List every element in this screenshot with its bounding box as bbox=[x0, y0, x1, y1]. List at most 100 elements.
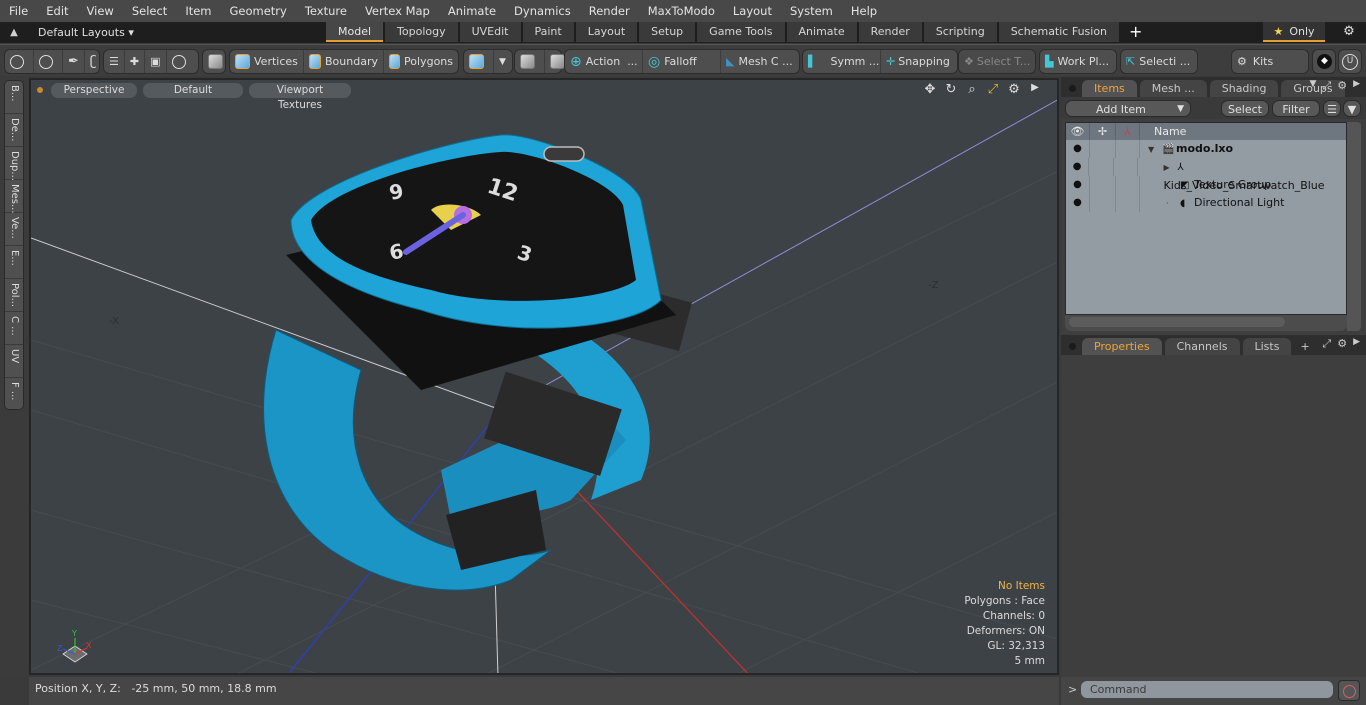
menu-help[interactable]: Help bbox=[842, 0, 886, 22]
select-through-button[interactable]: ❖ Select T... bbox=[959, 50, 1035, 73]
props-gear-icon[interactable]: ⚙ bbox=[1337, 337, 1347, 351]
menu-edit[interactable]: Edit bbox=[37, 0, 77, 22]
mesh-constraint-button[interactable]: ◣ Mesh C ... bbox=[721, 50, 799, 73]
maximize-panel-icon[interactable]: ⤢ bbox=[1322, 79, 1331, 93]
panel-gear-icon[interactable]: ⚙ bbox=[1337, 79, 1347, 93]
menu-dynamics[interactable]: Dynamics bbox=[505, 0, 580, 22]
filter-button[interactable]: Filter bbox=[1272, 99, 1320, 117]
scroll-thumb[interactable] bbox=[1069, 317, 1285, 327]
tab-setup[interactable]: Setup bbox=[639, 22, 696, 42]
action-center-button[interactable]: ⊕ Action ... bbox=[565, 50, 643, 73]
pan-icon[interactable]: ✥ bbox=[922, 82, 938, 97]
menu-render[interactable]: Render bbox=[580, 0, 639, 22]
tab-lists[interactable]: Lists bbox=[1242, 338, 1292, 355]
panel-menu-dot[interactable] bbox=[1069, 85, 1076, 92]
unity-button[interactable]: ◆ bbox=[1312, 49, 1336, 74]
menu-geometry[interactable]: Geometry bbox=[221, 0, 296, 22]
tree-item[interactable]: ▶ ⅄Kids_Video_Smartwatch_Blue bbox=[1138, 158, 1346, 192]
cross-button[interactable]: ✚ bbox=[125, 50, 146, 73]
workplane-button[interactable]: ▙ Work Pl... bbox=[1040, 50, 1114, 73]
left-tab[interactable]: Ve... bbox=[5, 213, 23, 246]
tree-item[interactable]: · ◩ Texture Group bbox=[1140, 176, 1271, 194]
menu-view[interactable]: View bbox=[78, 0, 123, 22]
tree-horizontal-scrollbar[interactable] bbox=[1065, 315, 1347, 331]
polygons-button[interactable]: Polygons bbox=[384, 50, 458, 73]
smartwatch-model[interactable]: 9 12 3 6 bbox=[263, 134, 692, 591]
pivot-button[interactable] bbox=[515, 50, 545, 73]
tab-shading[interactable]: Shading bbox=[1209, 80, 1279, 97]
maximize-icon[interactable]: ⤢ bbox=[985, 82, 1001, 97]
lock-cell[interactable] bbox=[1089, 158, 1115, 176]
menu-select[interactable]: Select bbox=[123, 0, 176, 22]
circle-tool-button[interactable] bbox=[5, 50, 34, 73]
tab-render[interactable]: Render bbox=[858, 22, 922, 42]
lock-cell[interactable] bbox=[1090, 140, 1116, 158]
visibility-eye-icon[interactable]: ● bbox=[1066, 176, 1090, 194]
command-input[interactable]: Command bbox=[1081, 681, 1333, 698]
boundary-button[interactable]: Boundary bbox=[304, 50, 384, 73]
left-tab[interactable]: E... bbox=[5, 246, 23, 279]
tab-uvedit[interactable]: UVEdit bbox=[459, 22, 521, 42]
menu-layout[interactable]: Layout bbox=[724, 0, 781, 22]
selection-sets-button[interactable]: ⇱ Selecti ... bbox=[1121, 50, 1195, 73]
tab-model[interactable]: Model bbox=[326, 22, 384, 42]
tree-row[interactable]: ● ▼ 🎬 modo.lxo bbox=[1066, 140, 1346, 158]
bezier-tool-button[interactable]: ʗ bbox=[85, 50, 102, 73]
zoom-icon[interactable]: ⌕ bbox=[964, 82, 980, 97]
tab-scripting[interactable]: Scripting bbox=[923, 22, 997, 42]
collapse-up-icon[interactable]: ▲ bbox=[0, 27, 28, 38]
menu-file[interactable]: File bbox=[0, 0, 37, 22]
left-tab[interactable]: UV bbox=[5, 345, 23, 378]
left-tab[interactable]: De... bbox=[5, 114, 23, 147]
unreal-button[interactable]: U bbox=[1338, 49, 1362, 74]
props-maximize-icon[interactable]: ⤢ bbox=[1322, 337, 1331, 351]
tab-items[interactable]: Items bbox=[1082, 80, 1137, 97]
left-tab[interactable]: B... bbox=[5, 81, 23, 114]
viewport-menu-dot[interactable] bbox=[37, 87, 43, 93]
tree-row[interactable]: ● · ◖ Directional Light bbox=[1066, 194, 1346, 212]
tab-properties[interactable]: Properties bbox=[1082, 338, 1162, 355]
expand-right-icon[interactable]: ▶ bbox=[1027, 82, 1043, 97]
tab-schematic-fusion[interactable]: Schematic Fusion bbox=[998, 22, 1120, 42]
props-expand-icon[interactable]: ▶ bbox=[1353, 337, 1360, 351]
left-tab[interactable]: F ... bbox=[5, 378, 23, 411]
props-menu-dot[interactable] bbox=[1069, 343, 1076, 350]
add-tab-icon[interactable]: + bbox=[1300, 340, 1309, 353]
add-item-button[interactable]: Add Item ▼ bbox=[1065, 99, 1191, 117]
tab-layout[interactable]: Layout bbox=[575, 22, 638, 42]
menu-vertex-map[interactable]: Vertex Map bbox=[356, 0, 439, 22]
visibility-eye-icon[interactable]: ● bbox=[1066, 194, 1090, 212]
lock-column-icon[interactable]: ✢ bbox=[1090, 123, 1116, 140]
tree-item[interactable]: · ◖ Directional Light bbox=[1140, 194, 1284, 212]
lock-cell[interactable] bbox=[1090, 194, 1116, 212]
menu-maxtomodo[interactable]: MaxToModo bbox=[639, 0, 724, 22]
only-button[interactable]: ★ Only bbox=[1263, 22, 1325, 42]
expand-arrow-icon[interactable]: ▼ bbox=[1148, 141, 1162, 159]
funnel-button[interactable]: ▼ bbox=[1343, 99, 1361, 117]
lock-cell[interactable] bbox=[1090, 176, 1116, 194]
tab-game-tools[interactable]: Game Tools bbox=[697, 22, 785, 42]
add-item-dropdown-icon[interactable]: ▼ bbox=[1177, 101, 1184, 116]
left-tab[interactable]: Pol... bbox=[5, 279, 23, 312]
view-mode-button[interactable]: Perspective bbox=[51, 82, 137, 98]
tab-paint[interactable]: Paint bbox=[522, 22, 574, 42]
visibility-eye-icon[interactable]: ● bbox=[1066, 158, 1090, 176]
tree-item[interactable]: ▼ 🎬 modo.lxo bbox=[1140, 140, 1233, 158]
gear-icon[interactable]: ⚙ bbox=[1338, 22, 1360, 42]
tree-vertical-scrollbar[interactable] bbox=[1347, 122, 1361, 331]
frame-button[interactable]: ▣ bbox=[145, 50, 167, 73]
items-mode[interactable] bbox=[202, 49, 226, 74]
tab-dropdown-icon[interactable]: ▼ bbox=[1309, 79, 1316, 93]
left-tab[interactable]: Mes... bbox=[5, 180, 23, 214]
layout-selector[interactable]: Default Layouts ▾ bbox=[38, 26, 328, 39]
vertices-button[interactable]: Vertices bbox=[230, 50, 304, 73]
left-tab[interactable]: Dup... bbox=[5, 147, 23, 181]
sphere-tool-button[interactable] bbox=[34, 50, 63, 73]
expand-arrow-icon[interactable]: ▶ bbox=[1164, 159, 1178, 177]
add-layout-tab-icon[interactable]: + bbox=[1121, 22, 1150, 43]
menu-texture[interactable]: Texture bbox=[296, 0, 356, 22]
falloff-button[interactable]: ◎ Falloff bbox=[643, 50, 721, 73]
record-button[interactable] bbox=[1338, 680, 1360, 701]
viewport-textures-button[interactable]: Viewport Textures bbox=[249, 82, 351, 111]
material-button[interactable] bbox=[464, 50, 494, 73]
